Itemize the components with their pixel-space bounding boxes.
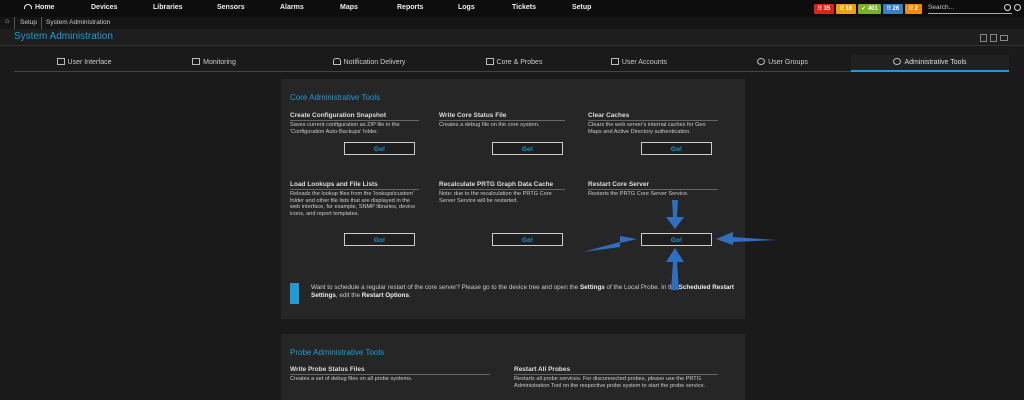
arrow-right-icon — [583, 236, 637, 252]
arrow-down-icon — [666, 200, 684, 229]
annotation-arrows — [583, 200, 776, 290]
arrow-left-icon — [716, 232, 776, 245]
arrow-up-icon — [666, 248, 684, 290]
